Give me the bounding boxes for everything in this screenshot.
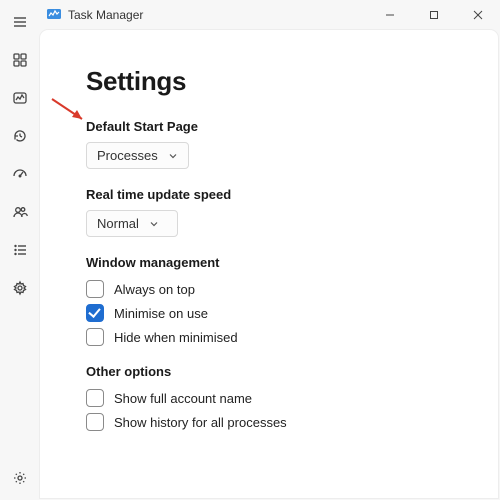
sidebar-item-services[interactable] — [4, 272, 36, 304]
default-start-page-value: Processes — [97, 148, 158, 163]
other-options-heading: Other options — [86, 364, 474, 379]
checkbox-show-full-account-name[interactable] — [86, 389, 104, 407]
minimize-button[interactable] — [368, 0, 412, 30]
settings-page: Settings Default Start Page Processes Re… — [40, 30, 498, 498]
sidebar-item-processes[interactable] — [4, 44, 36, 76]
sidebar — [0, 0, 40, 500]
app-icon — [46, 6, 62, 25]
sidebar-item-users[interactable] — [4, 196, 36, 228]
titlebar: Task Manager — [0, 0, 500, 30]
realtime-speed-value: Normal — [97, 216, 139, 231]
option-always-on-top[interactable]: Always on top — [86, 280, 474, 298]
sidebar-item-settings[interactable] — [4, 462, 36, 494]
chevron-down-icon — [149, 219, 159, 229]
option-hide-when-minimised[interactable]: Hide when minimised — [86, 328, 474, 346]
sidebar-item-app-history[interactable] — [4, 120, 36, 152]
show-history-all-label: Show history for all processes — [114, 415, 287, 430]
window-management-heading: Window management — [86, 255, 474, 270]
hide-when-minimised-label: Hide when minimised — [114, 330, 238, 345]
realtime-speed-dropdown[interactable]: Normal — [86, 210, 178, 237]
app-title: Task Manager — [68, 8, 143, 22]
sidebar-item-details[interactable] — [4, 234, 36, 266]
setting-default-start-page: Default Start Page Processes — [86, 119, 474, 169]
default-start-page-label: Default Start Page — [86, 119, 474, 134]
sidebar-item-performance[interactable] — [4, 82, 36, 114]
minimise-on-use-label: Minimise on use — [114, 306, 208, 321]
show-full-account-name-label: Show full account name — [114, 391, 252, 406]
always-on-top-label: Always on top — [114, 282, 195, 297]
option-minimise-on-use[interactable]: Minimise on use — [86, 304, 474, 322]
option-show-full-account-name[interactable]: Show full account name — [86, 389, 474, 407]
section-window-management: Window management Always on top Minimise… — [86, 255, 474, 346]
checkbox-show-history-all[interactable] — [86, 413, 104, 431]
hamburger-menu-button[interactable] — [4, 6, 36, 38]
page-title: Settings — [86, 66, 474, 97]
checkbox-minimise-on-use[interactable] — [86, 304, 104, 322]
section-other-options: Other options Show full account name Sho… — [86, 364, 474, 431]
close-button[interactable] — [456, 0, 500, 30]
setting-realtime-speed: Real time update speed Normal — [86, 187, 474, 237]
checkbox-hide-when-minimised[interactable] — [86, 328, 104, 346]
default-start-page-dropdown[interactable]: Processes — [86, 142, 189, 169]
chevron-down-icon — [168, 151, 178, 161]
sidebar-item-startup-apps[interactable] — [4, 158, 36, 190]
realtime-speed-label: Real time update speed — [86, 187, 474, 202]
option-show-history-all[interactable]: Show history for all processes — [86, 413, 474, 431]
maximize-button[interactable] — [412, 0, 456, 30]
checkbox-always-on-top[interactable] — [86, 280, 104, 298]
